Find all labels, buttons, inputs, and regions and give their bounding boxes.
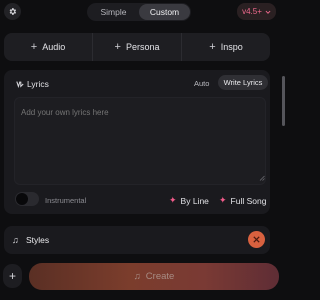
by-line-label: By Line: [180, 195, 209, 206]
instrumental-toggle[interactable]: [15, 192, 39, 206]
by-line-button[interactable]: ✦ By Line: [169, 195, 209, 206]
app-root: Simple Custom v4.5+ + Audio + Persona + …: [0, 0, 287, 300]
styles-card[interactable]: ♫ Styles: [4, 226, 270, 254]
create-button[interactable]: ♫ Create: [29, 263, 279, 290]
lyrics-input[interactable]: [14, 97, 266, 185]
lyrics-icon: [16, 81, 24, 88]
version-selector[interactable]: v4.5+: [237, 3, 276, 20]
gear-icon: [9, 8, 17, 15]
mode-toggle: Simple Custom: [87, 3, 191, 21]
plus-icon: +: [114, 41, 121, 53]
full-song-label: Full Song: [230, 195, 267, 206]
full-song-button[interactable]: ✦ Full Song: [219, 195, 266, 206]
plus-icon: +: [30, 41, 38, 53]
auto-button[interactable]: Auto: [194, 79, 209, 88]
add-options-row: + Audio + Persona + Inspo: [4, 33, 270, 61]
chevron-down-icon: [265, 10, 271, 14]
sparkle-icon: ✦: [169, 195, 177, 205]
music-note-icon: ♫: [12, 235, 19, 245]
add-button[interactable]: +: [3, 264, 22, 288]
add-inspo-label: Inspo: [220, 42, 243, 52]
write-lyrics-button[interactable]: Write Lyrics: [218, 75, 268, 90]
add-persona-button[interactable]: + Persona: [93, 33, 182, 61]
create-label: Create: [145, 271, 175, 282]
plus-icon: +: [209, 41, 216, 53]
add-audio-button[interactable]: + Audio: [4, 33, 93, 61]
add-audio-label: Audio: [42, 42, 66, 52]
toggle-knob: [16, 193, 28, 205]
music-note-icon: ♫: [133, 271, 141, 282]
sparkle-icon: ✦: [219, 195, 227, 205]
settings-button[interactable]: [4, 3, 21, 20]
plus-icon: +: [8, 269, 16, 283]
styles-shuffle-button[interactable]: [248, 231, 265, 248]
resize-handle-icon[interactable]: [259, 175, 265, 181]
instrumental-label: Instrumental: [45, 196, 87, 205]
lyrics-card: Lyrics Auto Write Lyrics Instrumental ✦ …: [4, 70, 270, 214]
version-label: v4.5+: [242, 7, 262, 16]
styles-label: Styles: [26, 235, 50, 245]
scrollbar-thumb[interactable]: [282, 76, 285, 126]
add-persona-label: Persona: [125, 42, 160, 52]
shuffle-icon: [253, 236, 260, 243]
mode-custom[interactable]: Custom: [139, 4, 190, 20]
lyrics-label: Lyrics: [27, 79, 49, 89]
mode-simple[interactable]: Simple: [88, 4, 139, 20]
add-inspo-button[interactable]: + Inspo: [182, 33, 270, 61]
